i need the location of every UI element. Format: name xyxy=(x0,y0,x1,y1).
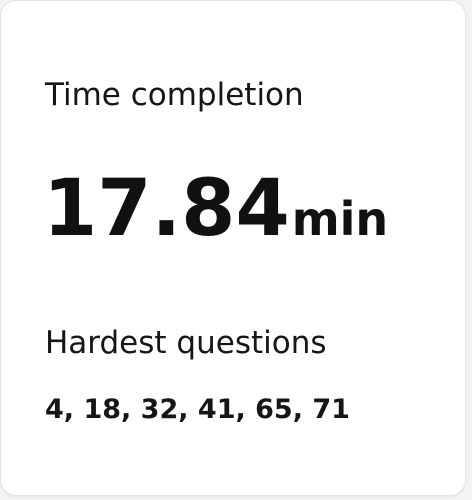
hardest-questions-list: 4, 18, 32, 41, 65, 71 xyxy=(45,394,350,425)
time-completion-number: 17.84 xyxy=(43,164,290,254)
hardest-questions-label: Hardest questions xyxy=(45,325,327,361)
time-completion-unit: min xyxy=(291,192,389,246)
time-completion-label: Time completion xyxy=(45,77,304,113)
time-completion-value: 17.84min xyxy=(43,161,388,278)
time-completion-card: Time completion 17.84min Hardest questio… xyxy=(0,0,466,496)
